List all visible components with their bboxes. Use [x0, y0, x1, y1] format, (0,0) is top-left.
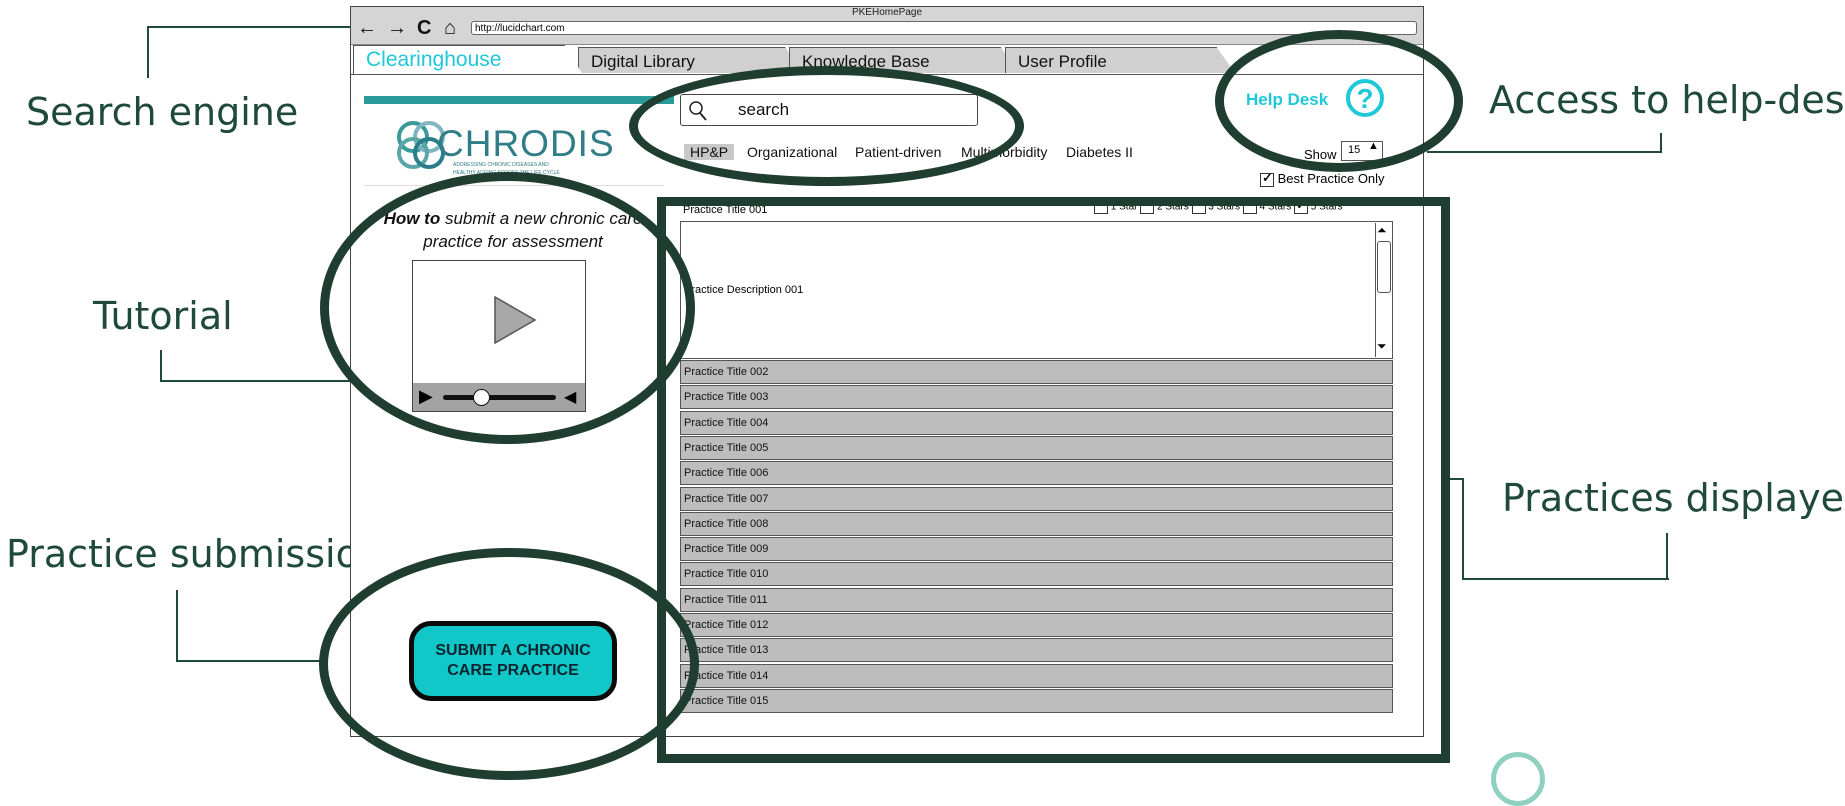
- corner-logo-fragment: [1491, 752, 1545, 806]
- callout-practice-submission: Practice submission: [6, 532, 383, 576]
- best-practice-toggle[interactable]: Best Practice Only: [1260, 170, 1385, 187]
- url-field[interactable]: http://lucidchart.com: [471, 21, 1417, 35]
- search-engine-highlight: [629, 66, 1024, 186]
- tutorial-highlight: [320, 172, 695, 444]
- brand-stripe: [364, 96, 674, 104]
- tab-user-profile[interactable]: User Profile: [1005, 47, 1235, 73]
- best-practice-label: Best Practice Only: [1277, 171, 1385, 186]
- forward-arrow-icon[interactable]: →: [387, 18, 407, 38]
- leader-line: [160, 350, 352, 382]
- leader-line: [1462, 478, 1669, 580]
- chrodis-logo: CHRODIS ADDRESSING CHRONIC DISEASES AND …: [391, 115, 614, 179]
- help-desk-highlight: [1215, 30, 1463, 172]
- callout-tutorial: Tutorial: [93, 294, 233, 338]
- best-practice-checkbox[interactable]: [1260, 170, 1274, 187]
- leader-line: [1666, 533, 1668, 578]
- callout-search-engine: Search engine: [26, 90, 299, 134]
- browser-titlebar: PKEHomePage ← → C ⌂ http://lucidchart.co…: [351, 7, 1423, 45]
- tab-clearinghouse[interactable]: Clearinghouse: [353, 45, 583, 75]
- leader-line: [1427, 133, 1662, 153]
- home-icon[interactable]: ⌂: [444, 18, 456, 38]
- submission-highlight: [319, 548, 699, 780]
- leader-line: [176, 590, 328, 662]
- logo-tagline-1: ADDRESSING CHRONIC DISEASES AND: [453, 162, 549, 168]
- practices-highlight: [657, 197, 1450, 763]
- callout-access-helpdesk: Access to help-desk: [1489, 78, 1845, 122]
- browser-title: PKEHomePage: [851, 7, 923, 18]
- logo-wordmark: CHRODIS: [437, 123, 615, 164]
- filter-diabetes-ii[interactable]: Diabetes II: [1066, 144, 1133, 160]
- reload-icon[interactable]: C: [417, 18, 431, 38]
- back-arrow-icon[interactable]: ←: [357, 18, 377, 38]
